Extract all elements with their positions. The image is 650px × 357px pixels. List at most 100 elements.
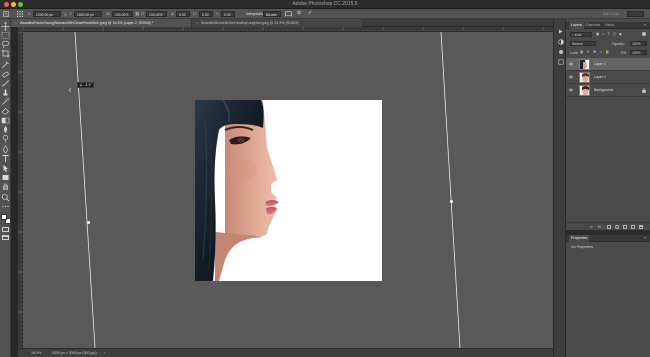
rotate-angle-field[interactable]: 0.00	[176, 11, 190, 17]
panel-menu-icon[interactable]: ≡	[642, 22, 648, 29]
lock-icons[interactable]: ▧ ✎ ✥ ⌂ 🔒	[580, 50, 611, 54]
character-panel-icon[interactable]	[557, 58, 564, 65]
link-aspect-icon[interactable]: ⛓	[135, 11, 140, 17]
filter-type-icons[interactable]: ▣ ◐ T ▢ ◆	[596, 32, 623, 36]
zoom-tool-icon[interactable]	[1, 194, 10, 202]
color-swatches[interactable]	[1, 214, 11, 224]
lock-row: Lock: ▧ ✎ ✥ ⌂ 🔒 Fill: 100%	[566, 49, 650, 56]
eyedropper-tool-icon[interactable]	[1, 61, 10, 69]
gradient-tool-icon[interactable]	[1, 116, 10, 124]
layer-name: Layer 2	[594, 62, 606, 66]
h-label: H:	[141, 12, 145, 16]
adjustments-icon[interactable]	[557, 38, 564, 45]
transform-handle-right[interactable]	[449, 199, 454, 204]
close-tab-icon[interactable]: ×	[196, 19, 198, 27]
height-percent-field[interactable]: 100.00%	[146, 11, 167, 17]
add-mask-icon[interactable]	[607, 225, 611, 229]
layer-row-layer-2[interactable]: Layer 2	[566, 58, 650, 71]
rotation-tooltip: ∠: -4.1°	[77, 82, 94, 88]
width-percent-value: 100.00%	[115, 13, 129, 17]
new-adjustment-layer-icon[interactable]	[615, 225, 619, 229]
y-position-value: 1800.00 px	[77, 13, 94, 17]
visibility-eye-icon[interactable]	[569, 88, 573, 92]
layer-thumbnail	[579, 85, 590, 96]
visibility-eye-icon[interactable]	[569, 75, 573, 79]
transform-handle-left[interactable]	[86, 220, 91, 225]
status-menu-arrow-icon[interactable]: ›	[104, 351, 105, 355]
fill-field[interactable]: 100%	[630, 50, 647, 55]
brush-settings-icon[interactable]	[557, 48, 564, 55]
panel-menu-icon[interactable]: ≡	[642, 235, 648, 242]
reference-point-icon[interactable]	[17, 11, 23, 17]
layer-style-icon[interactable]: fx	[598, 225, 602, 229]
layers-footer: ∞ fx	[566, 222, 650, 230]
h-skew-field[interactable]: 0.00	[199, 11, 213, 17]
new-group-icon[interactable]	[623, 225, 627, 229]
x-position-field[interactable]: 1200.00 px	[33, 11, 61, 17]
foreground-color-swatch[interactable]	[1, 214, 7, 220]
new-layer-icon[interactable]	[631, 225, 635, 229]
properties-panel-header: Properties ≡	[566, 235, 650, 242]
v-skew-label: V:	[216, 12, 220, 16]
close-tab-icon[interactable]: ×	[15, 19, 17, 27]
screen-mode-icon[interactable]	[2, 235, 9, 240]
commit-transform-icon[interactable]: ✓	[308, 10, 312, 16]
y-position-field[interactable]: 1800.00 px	[74, 11, 102, 17]
v-skew-field[interactable]: 0.00	[221, 11, 235, 17]
tab-document-1[interactable]: × BeautifulFacesYoungWomanWithCleanFreshS…	[11, 19, 191, 27]
interpolation-value: Bicubic	[266, 13, 277, 17]
document-canvas[interactable]	[23, 32, 553, 348]
type-tool-icon[interactable]	[1, 155, 10, 163]
transform-bounding-box[interactable]	[23, 32, 553, 348]
document-tab-bar: × BeautifulFacesYoungWomanWithCleanFreshS…	[11, 19, 553, 27]
v-skew-value: 0.00	[224, 13, 231, 17]
tab-properties[interactable]: Properties	[569, 235, 590, 242]
quick-mask-icon[interactable]	[2, 227, 9, 232]
link-layers-icon[interactable]: ∞	[590, 225, 594, 229]
rectangle-tool-icon[interactable]	[1, 173, 10, 181]
y-label: Y:	[69, 12, 73, 16]
tab-document-2[interactable]: × BeautifulBrunetteGirlHealthyLongHair.jp…	[192, 19, 362, 27]
warp-mode-icon[interactable]	[285, 10, 292, 17]
opacity-field[interactable]: 100%	[630, 41, 647, 46]
layer-row-background[interactable]: Background	[566, 84, 650, 97]
healing-brush-icon[interactable]	[1, 70, 10, 78]
layers-panel-tabs: Layers Channels Paths ≡	[566, 22, 650, 29]
filter-toggle-icon[interactable]	[642, 32, 646, 36]
cancel-transform-icon[interactable]: ⊘	[297, 10, 301, 16]
delete-layer-icon[interactable]	[639, 225, 643, 229]
width-percent-field[interactable]: 100.00%	[112, 11, 133, 17]
interpolation-select[interactable]: Bicubic	[263, 11, 281, 17]
play-action-icon[interactable]	[557, 28, 564, 35]
tab-paths[interactable]: Paths	[603, 22, 616, 29]
layer-name: Layer 1	[594, 75, 606, 79]
hand-tool-icon[interactable]	[1, 182, 10, 190]
zoom-level[interactable]: 16.3%	[31, 351, 41, 355]
dodge-tool-icon[interactable]	[1, 134, 10, 143]
layer-row-layer-1[interactable]: Layer 1	[566, 71, 650, 84]
more-tools-icon[interactable]	[1, 203, 10, 211]
clone-stamp-icon[interactable]	[1, 88, 10, 96]
blur-tool-icon[interactable]	[1, 125, 10, 133]
pen-tool-icon[interactable]	[1, 145, 10, 154]
visibility-eye-icon[interactable]	[569, 62, 573, 66]
lock-label: Lock:	[570, 50, 579, 55]
tab-document-1-label: BeautifulFacesYoungWomanWithCleanFreshSk…	[20, 21, 154, 25]
tab-channels[interactable]: Channels	[583, 22, 602, 29]
document-dimensions: 3000 px x 3000 px (300 ppi)	[52, 351, 97, 355]
tab-layers[interactable]: Layers	[569, 22, 584, 29]
brush-tool-icon[interactable]	[1, 79, 10, 87]
filter-kind-select[interactable]: ⌕ Kind	[570, 32, 592, 37]
path-selection-icon[interactable]	[1, 164, 10, 172]
move-tool-icon[interactable]	[1, 21, 10, 31]
crop-tool-icon[interactable]	[1, 49, 10, 58]
ps-home-icon[interactable]	[3, 11, 9, 17]
eraser-tool-icon[interactable]	[1, 107, 10, 115]
workspace-select[interactable]	[627, 11, 644, 17]
history-brush-icon[interactable]	[1, 97, 10, 106]
blend-mode-select[interactable]: Normal	[570, 41, 596, 46]
lasso-tool-icon[interactable]	[1, 40, 10, 49]
opacity-label: Opacity:	[612, 41, 625, 46]
relative-position-icon[interactable]: △	[64, 11, 67, 17]
marquee-tool-icon[interactable]	[1, 31, 10, 39]
